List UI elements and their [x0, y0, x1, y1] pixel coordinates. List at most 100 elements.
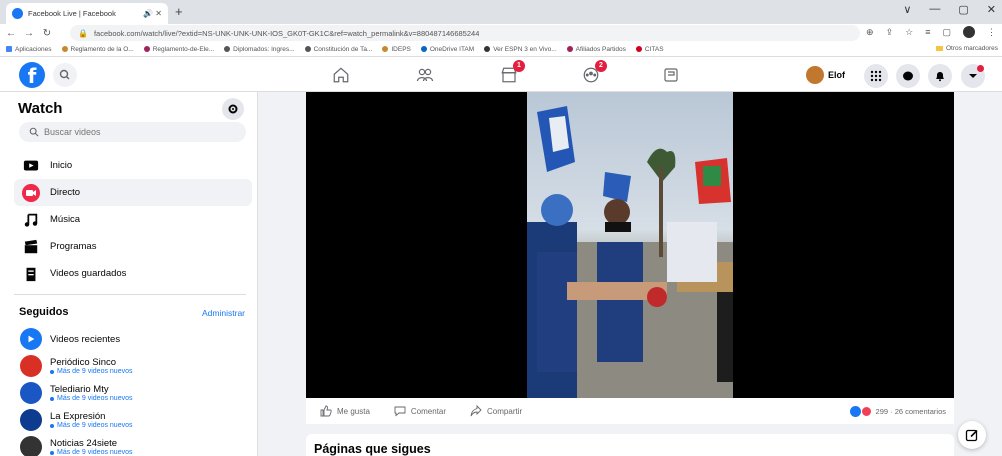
- music-icon: [22, 211, 40, 229]
- manage-link[interactable]: Administrar: [202, 308, 245, 318]
- bookmark-item[interactable]: Ver ESPN 3 en Vivo...: [484, 46, 557, 53]
- new-videos-note: Más de 9 videos nuevos: [50, 422, 133, 429]
- url-field[interactable]: 🔒 facebook.com/watch/live/?extid=NS-UNK-…: [70, 25, 860, 41]
- search-videos[interactable]: [19, 122, 246, 142]
- avatar: [806, 66, 824, 84]
- comment-button[interactable]: Comentar: [394, 405, 446, 417]
- star-bookmark-icon[interactable]: ☆: [905, 27, 913, 38]
- tv-icon: [22, 157, 40, 175]
- facebook-favicon-icon: [12, 8, 23, 19]
- share-page-icon[interactable]: ⇪: [886, 27, 894, 38]
- following-item[interactable]: Noticias 24siete Más de 9 videos nuevos: [20, 435, 252, 456]
- play-icon: [20, 328, 42, 350]
- bookmark-item[interactable]: Reglamento-de-Ele...: [143, 46, 214, 53]
- following-item[interactable]: Telediario Mty Más de 9 videos nuevos: [20, 381, 252, 405]
- video-player[interactable]: [306, 92, 954, 398]
- following-name: La Expresión: [50, 411, 106, 422]
- bookmark-item[interactable]: IDEPS: [382, 46, 411, 53]
- maximize-button[interactable]: ▢: [958, 3, 968, 16]
- gaming-tab[interactable]: [658, 63, 684, 87]
- compose-icon: [965, 429, 978, 442]
- groups-tab[interactable]: 2: [578, 60, 607, 87]
- messenger-button[interactable]: [896, 64, 920, 88]
- page-title: Watch: [18, 100, 63, 117]
- followed-pages-card: Páginas que sigues: [306, 434, 954, 456]
- bookmark-item[interactable]: Diplomados: Ingres...: [224, 46, 295, 53]
- sidebar-item-programas[interactable]: Programas: [14, 233, 252, 260]
- browser-menu-icon[interactable]: ⋮: [987, 27, 996, 38]
- folder-icon: [935, 46, 943, 51]
- menu-button[interactable]: [864, 64, 888, 88]
- bookmark-favicon-icon: [143, 46, 150, 52]
- share-button[interactable]: Compartir: [470, 405, 522, 417]
- reading-list-icon[interactable]: ≡: [925, 27, 930, 37]
- comment-icon: [394, 406, 406, 417]
- new-videos-note: Más de 9 videos nuevos: [50, 368, 133, 375]
- marketplace-tab[interactable]: 1: [496, 60, 525, 87]
- tab-search-button[interactable]: ∨: [903, 3, 911, 16]
- bookmark-item[interactable]: CITAS: [635, 46, 664, 53]
- following-item[interactable]: Videos recientes: [20, 327, 252, 351]
- notifications-button[interactable]: [928, 64, 952, 88]
- sidepanel-icon[interactable]: ▢: [942, 27, 951, 38]
- close-window-button[interactable]: ✕: [987, 3, 996, 16]
- window-controls: ∨ — ▢ ✕: [903, 3, 996, 16]
- sidebar-item-inicio[interactable]: Inicio: [14, 152, 252, 179]
- friends-icon: [416, 68, 434, 82]
- back-icon[interactable]: ←: [4, 28, 18, 39]
- onedrive-icon: [420, 46, 427, 52]
- like-reaction-icon: [849, 406, 861, 417]
- divider: [14, 294, 246, 295]
- sidebar-item-label: Inicio: [50, 160, 73, 171]
- clapper-icon: [22, 238, 40, 256]
- sidebar-item-musica[interactable]: Música: [14, 206, 252, 233]
- sidebar-item-guardados[interactable]: Videos guardados: [14, 260, 252, 287]
- address-bar-row: ← → ↻ 🔒 facebook.com/watch/live/?extid=N…: [0, 24, 1002, 42]
- minimize-button[interactable]: —: [929, 3, 940, 16]
- sidebar-item-label: Directo: [50, 187, 81, 198]
- tab-close-button[interactable]: 🔊 ✕: [143, 9, 162, 18]
- like-button[interactable]: Me gusta: [320, 405, 370, 417]
- settings-button[interactable]: [222, 98, 244, 120]
- watch-sidebar: Watch Inicio Directo Música Programas Vi…: [0, 92, 258, 456]
- bookmark-item[interactable]: Afiliados Partidos: [566, 46, 626, 53]
- messenger-icon: [903, 71, 913, 81]
- tab-title: Facebook Live | Facebook: [28, 9, 116, 18]
- bookmarks-bar: Aplicaciones Reglamento de la O... Regla…: [0, 42, 1002, 57]
- new-tab-button[interactable]: +: [175, 4, 183, 19]
- search-button[interactable]: [53, 63, 77, 87]
- bookmark-item[interactable]: OneDrive ITAM: [420, 46, 474, 53]
- reactions-summary[interactable]: 299 · 26 comentarios: [849, 406, 946, 417]
- new-message-button[interactable]: [958, 421, 986, 449]
- share-icon: [470, 405, 482, 417]
- following-item[interactable]: Periódico Sinco Más de 9 videos nuevos: [20, 354, 252, 378]
- bookmark-item[interactable]: Constitución de Ta...: [304, 46, 372, 53]
- url-text[interactable]: facebook.com/watch/live/?extid=NS-UNK-UN…: [94, 29, 479, 38]
- forward-icon[interactable]: →: [22, 28, 36, 39]
- avatar: [20, 355, 42, 377]
- bookmark-item[interactable]: Aplicaciones: [6, 46, 52, 53]
- dot-icon: [50, 369, 54, 374]
- sidebar-item-directo[interactable]: Directo: [14, 179, 252, 206]
- bookmark-item[interactable]: Reglamento de la O...: [61, 46, 134, 53]
- home-tab[interactable]: [328, 63, 354, 87]
- facebook-logo-icon[interactable]: f: [19, 62, 45, 88]
- profile-button[interactable]: Elof: [806, 65, 845, 85]
- profile-name: Elof: [828, 70, 845, 80]
- video-frame: [527, 92, 733, 398]
- browser-tab[interactable]: Facebook Live | Facebook 🔊 ✕: [6, 3, 168, 24]
- gear-icon: [228, 104, 238, 114]
- browser-profile-icon[interactable]: [963, 26, 975, 38]
- notification-badge: 2: [595, 60, 607, 72]
- account-button[interactable]: [961, 64, 985, 88]
- browser-tab-bar: Facebook Live | Facebook 🔊 ✕ + ∨ — ▢ ✕: [0, 0, 1002, 24]
- other-bookmarks[interactable]: Otros marcadores: [935, 45, 998, 52]
- following-item[interactable]: La Expresión Más de 9 videos nuevos: [20, 408, 252, 432]
- search-input[interactable]: [44, 127, 234, 137]
- live-icon: [22, 183, 40, 202]
- zoom-icon[interactable]: ⊕: [866, 27, 874, 38]
- reload-icon[interactable]: ↻: [40, 28, 54, 39]
- friends-tab[interactable]: [412, 63, 438, 87]
- following-name: Telediario Mty: [50, 384, 109, 395]
- dot-icon: [50, 450, 54, 455]
